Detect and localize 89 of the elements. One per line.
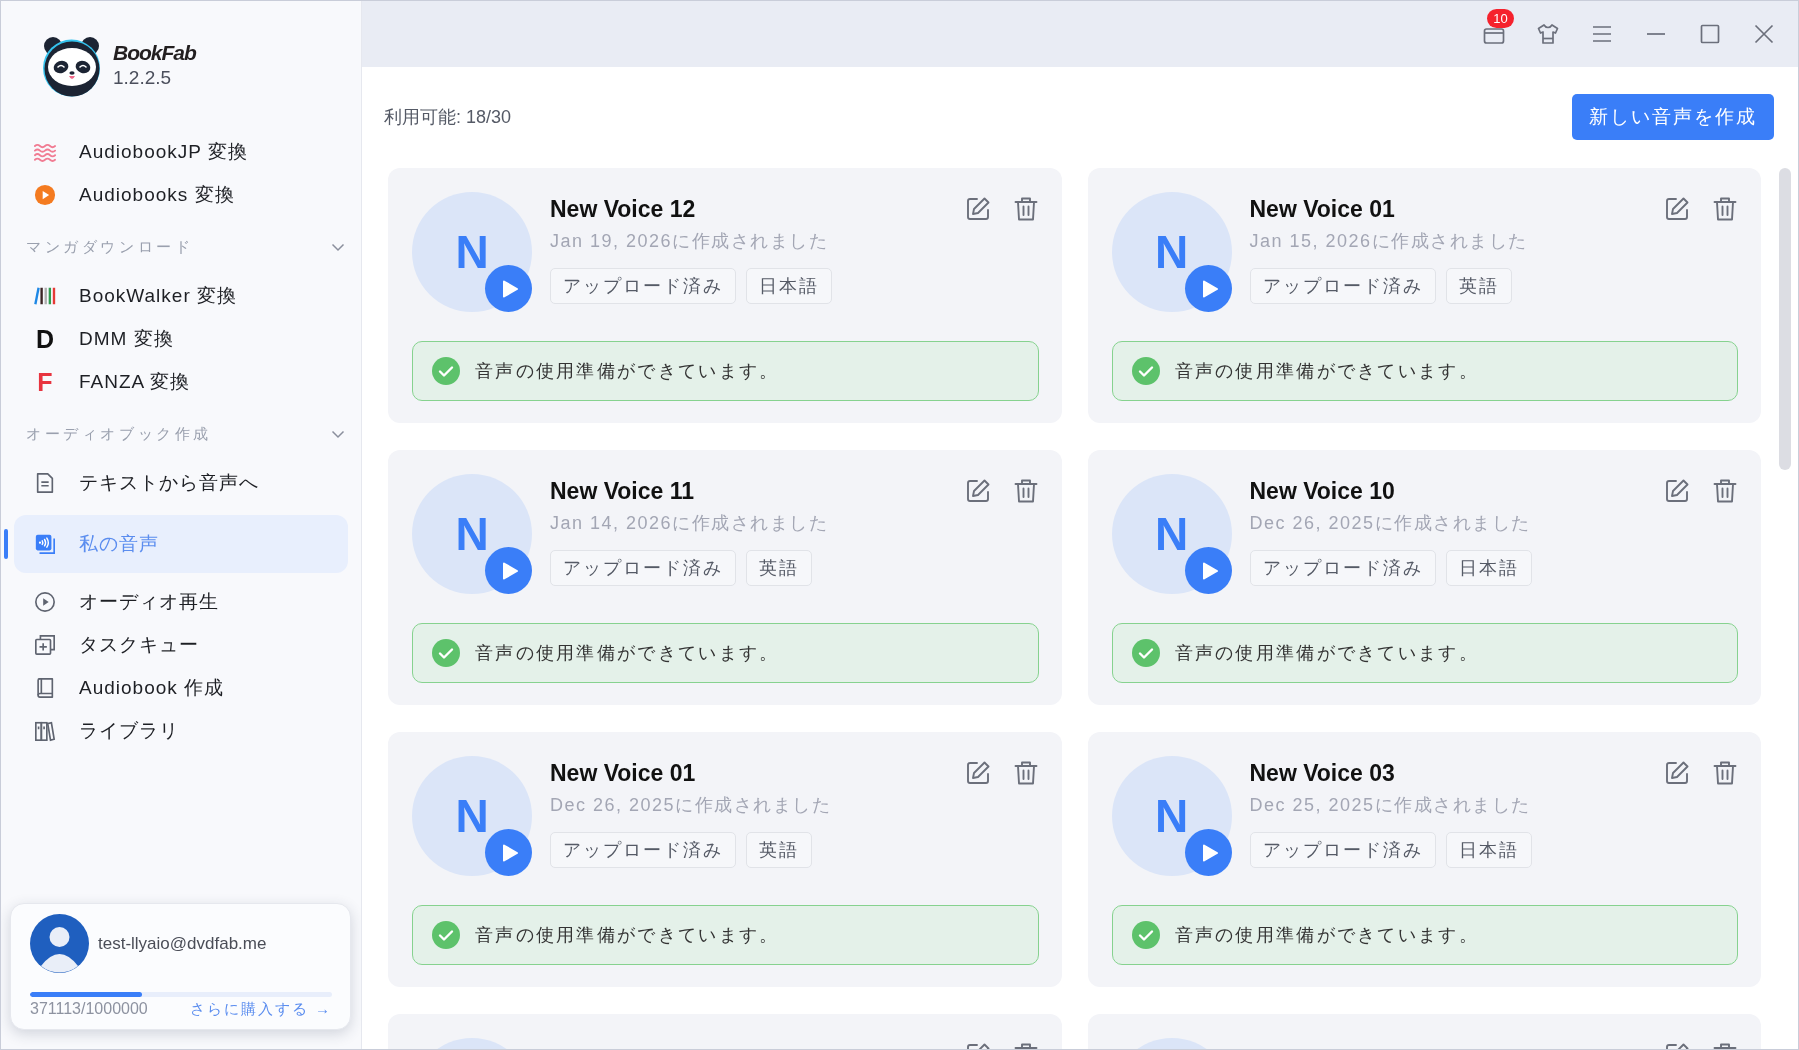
edit-icon[interactable] — [1664, 478, 1690, 504]
voice-name: New Voice 03 — [1249, 759, 1396, 788]
play-icon — [1201, 561, 1218, 580]
voice-tag: アップロード済み — [550, 550, 736, 586]
voice-tag: アップロード済み — [1249, 550, 1436, 586]
notification-badge: 10 — [1487, 9, 1514, 28]
active-indicator — [4, 529, 8, 559]
sidebar-item[interactable]: Audiobooks 変換 — [14, 184, 348, 206]
voice-tag: アップロード済み — [1249, 268, 1436, 304]
play-icon — [502, 561, 518, 580]
voice-tag: アップロード済み — [550, 268, 736, 304]
sidebar-item[interactable]: テキストから音声へ — [14, 472, 348, 494]
trash-icon[interactable] — [1012, 760, 1039, 786]
edit-icon[interactable] — [964, 196, 991, 222]
voice-tag: 英語 — [746, 832, 812, 868]
check-circle-icon — [1131, 921, 1160, 949]
account-email: test-llyaio@dvdfab.me — [98, 932, 267, 955]
edit-icon[interactable] — [964, 760, 991, 786]
trash-icon[interactable] — [1712, 478, 1738, 504]
scrollbar-thumb[interactable] — [1779, 168, 1791, 470]
sidebar-item[interactable]: ライブラリ — [14, 720, 348, 742]
bookshelf-icon — [34, 720, 56, 742]
created-date: Dec 25, 2025に作成されました — [1249, 794, 1532, 817]
play-circle-icon — [34, 591, 56, 613]
play-icon — [1201, 843, 1218, 862]
trash-icon[interactable] — [1712, 760, 1738, 786]
voice-tag: アップロード済み — [550, 832, 736, 868]
check-circle-icon — [432, 639, 460, 667]
edit-icon[interactable] — [1664, 196, 1690, 222]
stripes-icon — [34, 285, 56, 307]
status-message: 音声の使用準備ができています。 — [475, 923, 780, 947]
sidebar-item[interactable]: タスクキュー — [14, 634, 348, 656]
sidebar-item[interactable]: F FANZA 変換 — [14, 371, 348, 393]
status-message: 音声の使用準備ができています。 — [475, 641, 780, 665]
edit-icon[interactable] — [1664, 760, 1690, 786]
book-icon — [34, 677, 56, 699]
sidebar-item[interactable]: オーディオ再生 — [14, 591, 348, 613]
created-date: Dec 26, 2025に作成されました — [550, 794, 833, 817]
voice-tag: 英語 — [746, 550, 812, 586]
voice-tag: 日本語 — [1445, 550, 1532, 586]
sidebar-item[interactable]: Audiobook 作成 — [14, 677, 348, 699]
panda-logo-icon — [41, 34, 102, 97]
create-voice-button[interactable]: 新しい音声を作成 — [1572, 94, 1774, 140]
play-circle-icon — [34, 184, 56, 206]
check-circle-icon — [432, 921, 460, 949]
voice-name: New Voice 01 — [1249, 195, 1396, 224]
created-date: Jan 19, 2026に作成されました — [550, 230, 830, 253]
sidebar-item[interactable]: BookWalker 変換 — [14, 285, 348, 307]
waves-icon — [34, 141, 56, 163]
app-version: 1.2.2.5 — [113, 66, 172, 90]
voice-name: New Voice 01 — [550, 759, 697, 788]
check-circle-icon — [1131, 357, 1160, 385]
voice-tag: 日本語 — [746, 268, 832, 304]
trash-icon[interactable] — [1012, 196, 1039, 222]
status-message: 音声の使用準備ができています。 — [1174, 641, 1479, 665]
check-circle-icon — [1131, 639, 1160, 667]
sidebar-item[interactable]: AudiobookJP 変換 — [14, 141, 348, 163]
shirt-icon[interactable] — [1536, 22, 1560, 46]
app-name: BookFab — [113, 40, 196, 66]
voice-name: New Voice 10 — [1249, 477, 1396, 506]
status-message: 音声の使用準備ができています。 — [475, 359, 780, 383]
voice-tag: アップロード済み — [1249, 832, 1436, 868]
close-icon[interactable] — [1752, 22, 1776, 46]
check-circle-icon — [432, 357, 460, 385]
letter-icon: D — [34, 328, 56, 350]
plus-square-icon — [34, 634, 56, 656]
voice-tag: 日本語 — [1445, 832, 1532, 868]
play-icon — [502, 279, 518, 298]
trash-icon[interactable] — [1712, 196, 1738, 222]
voice-tag: 英語 — [1445, 268, 1512, 304]
play-icon — [502, 843, 518, 862]
play-icon — [1201, 279, 1218, 298]
voice-name: New Voice 11 — [550, 477, 696, 506]
sidebar-item[interactable]: D DMM 変換 — [14, 328, 348, 350]
voice-name: New Voice 12 — [550, 195, 697, 224]
usage-count: 371113/1000000 — [30, 999, 148, 1019]
trash-icon[interactable] — [1012, 478, 1039, 504]
availability-count: 利用可能: 18/30 — [384, 105, 512, 129]
created-date: Jan 15, 2026に作成されました — [1249, 230, 1529, 253]
created-date: Dec 26, 2025に作成されました — [1249, 512, 1532, 535]
document-icon — [34, 472, 56, 494]
created-date: Jan 14, 2026に作成されました — [550, 512, 830, 535]
sound-square-icon — [34, 533, 56, 555]
status-message: 音声の使用準備ができています。 — [1174, 923, 1479, 947]
letter-icon: F — [34, 371, 56, 393]
status-message: 音声の使用準備ができています。 — [1174, 359, 1479, 383]
avatar-icon — [30, 914, 89, 973]
edit-icon[interactable] — [964, 478, 991, 504]
maximize-icon[interactable] — [1698, 22, 1722, 46]
